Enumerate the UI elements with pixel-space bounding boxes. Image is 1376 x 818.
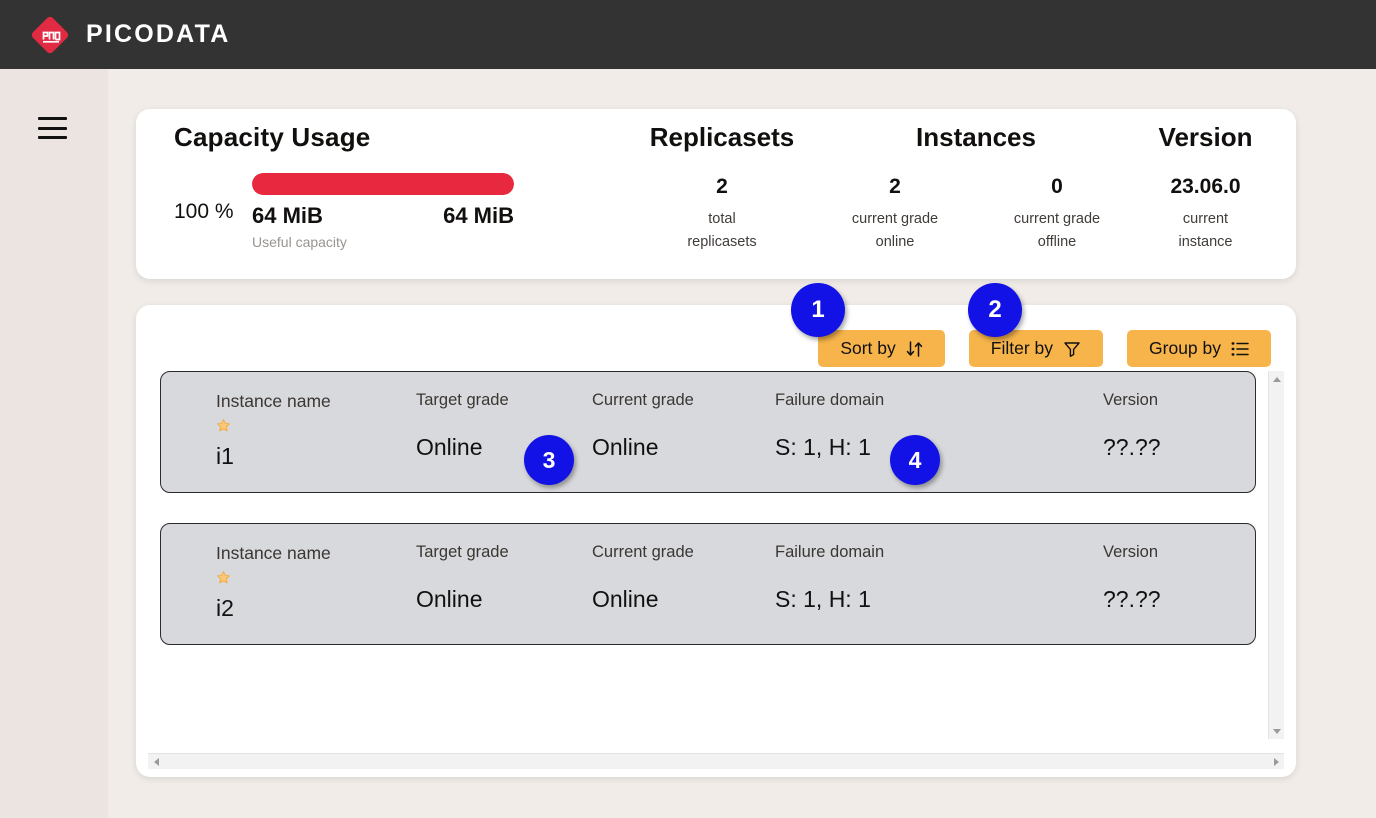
list-toolbar: Sort by Filter by Group by (818, 330, 1271, 367)
funnel-filter-icon (1063, 340, 1081, 358)
instances-offline-value: 0 (1051, 175, 1063, 198)
sort-by-label: Sort by (840, 338, 896, 358)
row-2-current-grade-value: Online (592, 586, 659, 612)
table-row[interactable]: Instance name i1 Target grade Online Cur… (160, 371, 1256, 493)
list-group-icon (1231, 341, 1249, 357)
capacity-used-value: 64 MiB (252, 203, 323, 228)
row-1-target-grade-value: Online (416, 434, 483, 460)
hamburger-menu-icon[interactable] (38, 117, 67, 139)
left-sidebar (0, 69, 108, 818)
instances-online-label: current grade online (851, 211, 939, 251)
row-2-current-grade-header: Current grade (592, 543, 694, 561)
row-1-instance-name: Instance name i1 (216, 391, 331, 470)
picodata-diamond-logo (30, 15, 70, 55)
star-icon (216, 570, 331, 585)
hamburger-bar-2 (38, 126, 67, 130)
row-1-instance-name-value: i1 (216, 443, 234, 469)
row-2-target-grade-value: Online (416, 586, 483, 612)
instances-online: 2 current grade online (840, 175, 950, 255)
row-2-failure-domain: Failure domain S: 1, H: 1 (775, 543, 884, 613)
replicasets-title: Replicasets (649, 122, 795, 152)
replicasets-total-value: 2 (716, 175, 728, 198)
capacity-total-value: 64 MiB (443, 203, 514, 228)
capacity-usage-title: Capacity Usage (174, 122, 371, 152)
annotation-badge-3: 3 (524, 435, 574, 485)
row-1-version-value: ??.?? (1103, 434, 1161, 460)
instances-scroll-region: Instance name i1 Target grade Online Cur… (148, 371, 1284, 769)
hamburger-bar-1 (38, 117, 67, 120)
row-2-failure-domain-value: S: 1, H: 1 (775, 586, 871, 612)
row-1-current-grade: Current grade Online (592, 391, 694, 461)
scroll-up-arrow-icon[interactable] (1269, 371, 1285, 387)
group-by-label: Group by (1149, 338, 1221, 358)
instances-offline: 0 current grade offline (1002, 175, 1112, 255)
row-2-instance-name: Instance name i2 (216, 543, 331, 622)
instances-title: Instances (916, 122, 1036, 152)
capacity-progress-bar (252, 173, 514, 195)
row-2-version-header: Version (1103, 543, 1159, 561)
main-content: Capacity Usage 100 % 64 MiB 64 MiB Usefu… (108, 69, 1376, 818)
instances-stat-block: Instances 2 current grade online 0 curren… (836, 122, 1116, 255)
vertical-scrollbar[interactable] (1268, 371, 1284, 739)
row-1-version-header: Version (1103, 391, 1159, 409)
instances-rows: Instance name i1 Target grade Online Cur… (160, 371, 1256, 739)
row-2-instance-name-header: Instance name (216, 543, 331, 563)
sort-by-button[interactable]: Sort by (818, 330, 945, 367)
annotation-badge-4: 4 (890, 435, 940, 485)
filter-by-label: Filter by (990, 338, 1054, 358)
version-title: Version (1158, 122, 1253, 152)
scroll-left-arrow-icon[interactable] (148, 754, 164, 770)
star-icon (216, 418, 331, 433)
brand-name: PICODATA (86, 20, 231, 48)
row-1-failure-domain: Failure domain S: 1, H: 1 (775, 391, 884, 461)
capacity-sub-label: Useful capacity (252, 234, 347, 250)
instances-offline-label: current grade offline (1013, 211, 1101, 251)
version-current-value: 23.06.0 (1170, 175, 1241, 198)
cluster-summary-card: Capacity Usage 100 % 64 MiB 64 MiB Usefu… (136, 109, 1296, 279)
version-current: 23.06.0 current instance (1151, 175, 1261, 255)
top-bar: PICODATA (0, 0, 1376, 69)
row-2-instance-name-value: i2 (216, 595, 234, 621)
instances-online-value: 2 (889, 175, 901, 198)
row-1-instance-name-header: Instance name (216, 391, 331, 411)
row-1-current-grade-value: Online (592, 434, 659, 460)
table-row[interactable]: Instance name i2 Target grade Online Cur… (160, 523, 1256, 645)
sort-arrows-icon (906, 340, 923, 358)
row-1-failure-domain-header: Failure domain (775, 391, 885, 409)
version-stat-block: Version 23.06.0 current instance (1118, 122, 1293, 255)
capacity-usage-block: Capacity Usage 100 % 64 MiB 64 MiB Usefu… (174, 122, 514, 250)
horizontal-scrollbar[interactable] (148, 753, 1284, 769)
scroll-down-arrow-icon[interactable] (1269, 723, 1285, 739)
row-2-version-value: ??.?? (1103, 586, 1161, 612)
group-by-button[interactable]: Group by (1127, 330, 1271, 367)
annotation-badge-1: 1 (791, 283, 845, 337)
replicasets-stat-block: Replicasets 2 total replicasets (612, 122, 832, 255)
row-2-target-grade: Target grade Online (416, 543, 509, 613)
brand-logo[interactable]: PICODATA (30, 15, 230, 55)
hamburger-bar-3 (38, 136, 67, 139)
row-1-failure-domain-value: S: 1, H: 1 (775, 434, 871, 460)
instances-list-card: Sort by Filter by Group by Instance name… (136, 305, 1296, 777)
capacity-percent-label: 100 % (174, 199, 234, 223)
row-1-version: Version ??.?? (1103, 391, 1161, 461)
scroll-right-arrow-icon[interactable] (1268, 754, 1284, 770)
replicasets-total-label: total replicasets (687, 211, 757, 251)
row-2-failure-domain-header: Failure domain (775, 543, 885, 561)
capacity-progress-fill (252, 173, 514, 195)
row-2-current-grade: Current grade Online (592, 543, 694, 613)
row-2-target-grade-header: Target grade (416, 543, 509, 561)
annotation-badge-2: 2 (968, 283, 1022, 337)
row-1-target-grade-header: Target grade (416, 391, 509, 409)
row-1-target-grade: Target grade Online (416, 391, 509, 461)
replicasets-total: 2 total replicasets (667, 175, 777, 255)
row-1-current-grade-header: Current grade (592, 391, 694, 409)
row-2-version: Version ??.?? (1103, 543, 1161, 613)
version-current-label: current instance (1178, 211, 1233, 251)
